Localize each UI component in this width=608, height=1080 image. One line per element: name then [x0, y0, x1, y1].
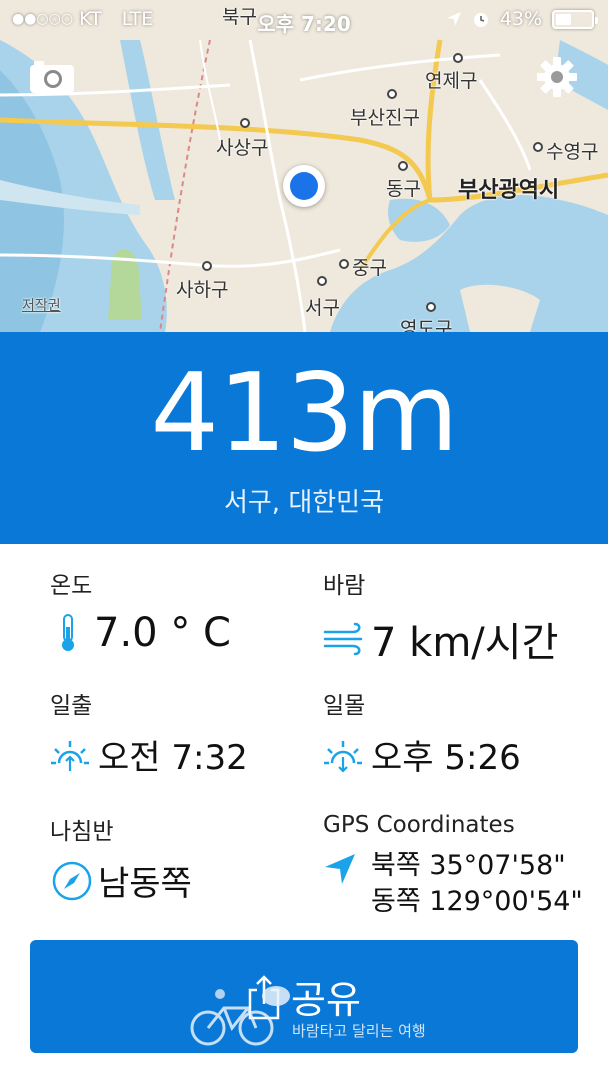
poi-junggu — [339, 259, 349, 269]
poi-busanjingu — [387, 89, 397, 99]
gps-longitude: 동쪽 129°00'54" — [371, 886, 583, 917]
location-arrow-icon — [323, 852, 357, 886]
sunset-label: 일몰 — [323, 693, 366, 719]
poi-sasanggu — [240, 118, 250, 128]
altitude-value: 413m — [150, 351, 458, 476]
battery-percent: 43% — [499, 8, 542, 30]
settings-button[interactable] — [531, 51, 583, 103]
compass-value: 남동쪽 — [98, 864, 192, 904]
gps-label: GPS Coordinates — [323, 812, 515, 838]
map-view[interactable]: 북구 연제구 부산진구 사상구 수영구 동구 부산광역시 중구 사하구 서구 영… — [0, 0, 608, 332]
location-name: 서구, 대한민국 — [223, 488, 385, 518]
sunset-cell: 일몰 오후 5:26 — [323, 686, 521, 779]
gear-icon — [536, 56, 578, 98]
status-bar: ●●○○○ KT LTE 오후 7:20 43% — [0, 0, 608, 40]
sunrise-label: 일출 — [50, 693, 93, 719]
gps-latitude: 북쪽 35°07'58" — [371, 850, 566, 881]
map-copyright-link[interactable]: 저작권 — [22, 295, 61, 315]
wind-value: 7 km/시간 — [371, 620, 559, 666]
map-label-suyeonggu: 수영구 — [546, 141, 599, 163]
poi-seogu — [317, 276, 327, 286]
map-label-sasanggu: 사상구 — [216, 137, 269, 159]
map-label-junggu: 중구 — [352, 257, 387, 279]
sunrise-value: 오전 7:32 — [98, 738, 248, 778]
wind-icon — [323, 617, 367, 661]
temperature-cell: 온도 7.0 ° C — [50, 566, 231, 656]
watermark-text: 바람타고 달리는 여행 — [292, 1022, 426, 1040]
battery-icon — [552, 9, 598, 29]
share-label: 공유 — [291, 978, 361, 1022]
map-label-seogu: 서구 — [305, 297, 340, 319]
wind-cell: 바람 7 km/시간 — [323, 566, 558, 668]
map-label-yeonjegu: 연제구 — [425, 70, 478, 92]
battery-level-fill — [556, 13, 571, 25]
poi-yeongdogu — [426, 302, 436, 312]
compass-icon — [50, 859, 94, 903]
camera-button[interactable] — [26, 50, 78, 102]
temperature-value: 7.0 ° C — [94, 610, 231, 656]
poi-sahagu — [202, 261, 212, 271]
map-label-yeongdogu: 영도구 — [400, 318, 453, 332]
compass-label: 나침반 — [50, 819, 114, 845]
poi-donggu — [398, 161, 408, 171]
bicycle-watermark-icon — [186, 980, 296, 1054]
map-label-donggu: 동구 — [386, 178, 421, 200]
sunset-value: 오후 5:26 — [371, 738, 521, 778]
altitude-banner: 413m 서구, 대한민국 — [0, 332, 608, 544]
map-label-sahagu: 사하구 — [176, 279, 229, 301]
poi-suyeonggu — [533, 142, 543, 152]
sunrise-icon — [50, 737, 90, 773]
camera-icon — [29, 58, 75, 94]
current-location-marker — [283, 165, 325, 207]
gps-cell: GPS Coordinates 북쪽 35°07'58" 동쪽 129°00'5… — [323, 812, 583, 920]
poi-yeonjegu — [453, 53, 463, 63]
map-label-busan: 부산광역시 — [458, 178, 560, 203]
sunrise-cell: 일출 오전 7:32 — [50, 686, 248, 779]
alarm-icon — [472, 10, 490, 28]
location-services-icon — [446, 11, 462, 27]
sunset-icon — [323, 737, 363, 773]
temperature-label: 온도 — [50, 573, 93, 599]
wind-label: 바람 — [323, 573, 366, 599]
map-label-busanjingu: 부산진구 — [350, 107, 420, 129]
thermometer-icon — [50, 611, 86, 655]
compass-cell: 나침반 남동쪽 — [50, 812, 192, 905]
